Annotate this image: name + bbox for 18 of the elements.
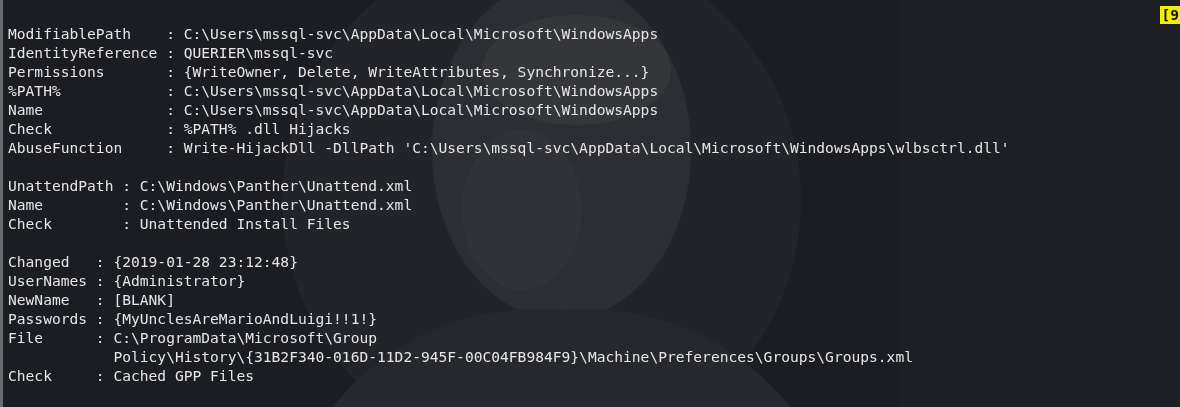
terminal-line: Permissions : {WriteOwner, Delete, WriteAttributes, Synchronize...} <box>8 63 650 80</box>
terminal-line: Policy\History\{31B2F340-016D-11D2-945F-00C04FB984F9}\Machine\Preferences\Groups\Groups.xml <box>112 348 913 365</box>
terminal-line: Name : C:\Windows\Panther\Unattend.xml <box>8 196 413 213</box>
terminal-line: Changed : {2019-01-28 23:12:48} <box>8 253 298 270</box>
terminal-line: Name : C:\Users\mssql-svc\AppData\Local\Microsoft\WindowsApps <box>8 101 659 118</box>
terminal-line: Check : %PATH% .dll Hijacks <box>8 120 351 137</box>
terminal-line: IdentityReference : QUERIER\mssql-svc <box>8 44 334 61</box>
terminal-line: Passwords : {MyUnclesAreMarioAndLuigi!!1!} <box>8 310 378 327</box>
terminal-line: UserNames : {Administrator} <box>8 272 246 289</box>
status-indicator: [9 <box>1160 6 1180 24</box>
terminal-line: Check : Unattended Install Files <box>8 215 351 232</box>
terminal-line: File : C:\ProgramData\Microsoft\Group <box>8 329 378 346</box>
terminal-line: ModifiablePath : C:\Users\mssql-svc\AppData\Local\Microsoft\WindowsApps <box>8 25 659 42</box>
terminal-line: AbuseFunction : Write-HijackDll -DllPath 'C:\Users\mssql-svc\AppData\Local\Microsoft\WindowsApps\wlbsctrl.dll' <box>8 139 1010 156</box>
terminal-line: %PATH% : C:\Users\mssql-svc\AppData\Local\Microsoft\WindowsApps <box>8 82 659 99</box>
terminal-line: NewName : [BLANK] <box>8 291 175 308</box>
terminal-line: Check : Cached GPP Files <box>8 367 254 384</box>
terminal-line: UnattendPath : C:\Windows\Panther\Unattend.xml <box>8 177 413 194</box>
